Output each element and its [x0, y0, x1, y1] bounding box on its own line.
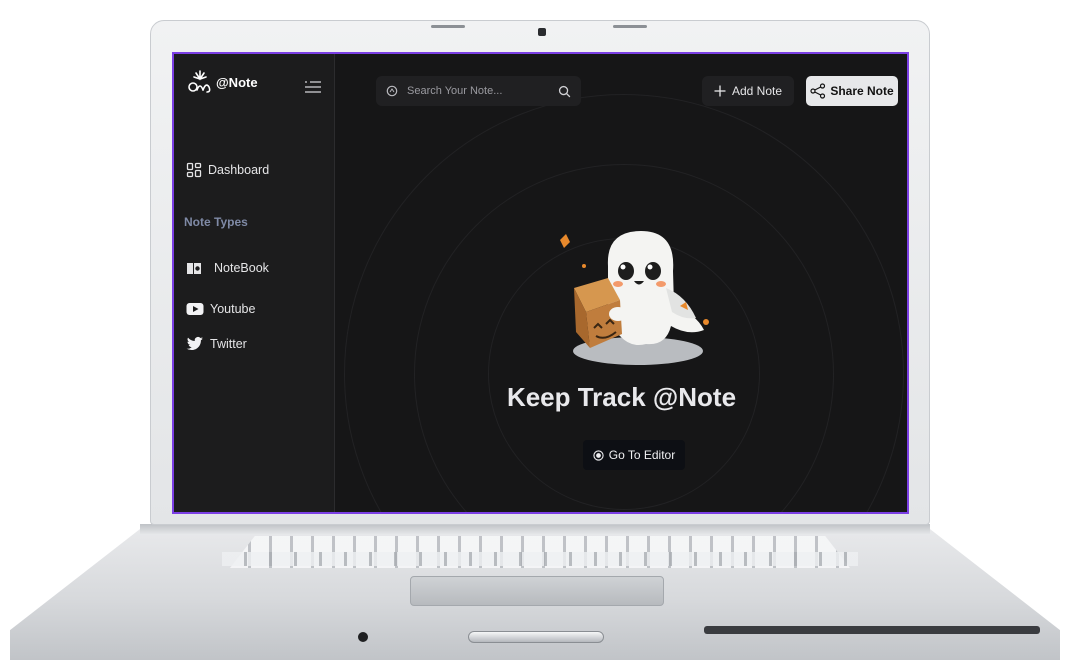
laptop-latch	[468, 631, 604, 643]
dashboard-icon	[186, 162, 202, 178]
section-title-note-types: Note Types	[184, 215, 248, 229]
laptop-indicator-light	[358, 632, 368, 642]
sidebar-item-label: Youtube	[210, 302, 256, 316]
go-to-editor-button[interactable]: Go To Editor	[583, 440, 685, 470]
share-icon	[810, 83, 826, 99]
lid-bumper-right	[613, 25, 647, 28]
menu-toggle-icon[interactable]	[304, 80, 322, 94]
lid-bumper-left	[431, 25, 465, 28]
search-icon[interactable]	[558, 85, 571, 98]
twitter-icon	[186, 336, 203, 351]
laptop-drive-slot	[704, 626, 1040, 634]
sidebar-item-dashboard[interactable]: Dashboard	[186, 162, 269, 178]
laptop-keyboard-row	[222, 552, 858, 566]
brand-name: @Note	[216, 75, 258, 90]
add-note-label: Add Note	[731, 84, 783, 98]
laptop-trackpad	[410, 576, 664, 606]
add-note-button[interactable]: Add Note	[702, 76, 794, 106]
app-screen: @Note Dashboard Note Types NoteBook Yout…	[172, 52, 909, 514]
laptop-hinge	[140, 524, 930, 534]
sidebar-item-youtube[interactable]: Youtube	[186, 301, 255, 317]
radio-dot-icon	[593, 449, 604, 461]
youtube-icon	[186, 303, 204, 315]
webcam-icon	[538, 28, 546, 36]
sidebar-item-label: NoteBook	[214, 261, 269, 275]
search-input[interactable]	[405, 84, 549, 98]
plus-icon	[714, 85, 726, 97]
ghost-with-box-illustration	[560, 231, 709, 365]
sidebar-item-label: Dashboard	[208, 163, 270, 177]
logo-icon	[188, 70, 211, 93]
brand-logo[interactable]: @Note	[186, 68, 258, 96]
share-note-button[interactable]: Share Note	[806, 76, 898, 106]
sidebar-item-twitter[interactable]: Twitter	[186, 336, 247, 352]
go-to-editor-label: Go To Editor	[608, 448, 676, 462]
hero-title: Keep Track @Note	[506, 382, 737, 412]
notebook-icon	[187, 263, 201, 274]
sidebar-item-label: Twitter	[210, 337, 247, 351]
note-icon	[386, 85, 398, 97]
sidebar: @Note Dashboard Note Types NoteBook Yout…	[174, 54, 335, 512]
sidebar-item-notebook[interactable]: NoteBook	[186, 260, 269, 276]
share-note-label: Share Note	[830, 84, 894, 98]
search-bar	[376, 76, 581, 106]
